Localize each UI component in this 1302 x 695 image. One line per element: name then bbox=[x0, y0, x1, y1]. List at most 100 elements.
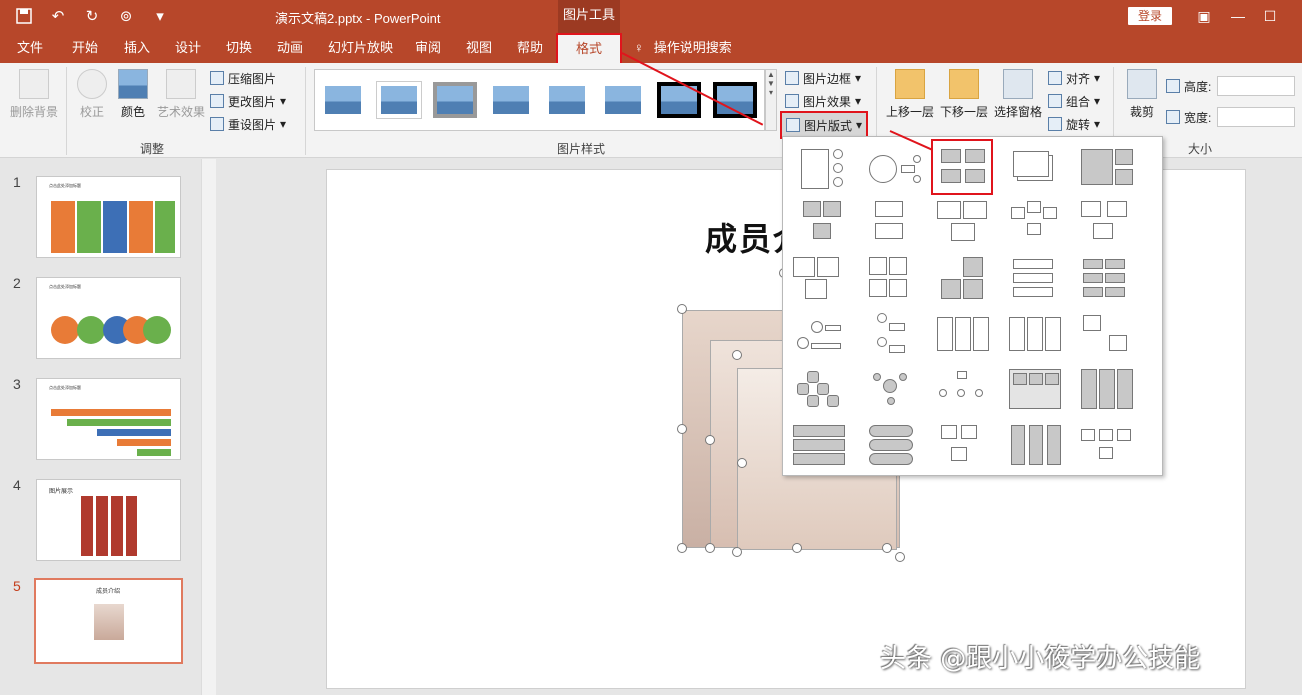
save-icon[interactable] bbox=[14, 6, 34, 26]
layout-option[interactable] bbox=[1007, 145, 1065, 195]
change-picture-button[interactable]: 更改图片 ▾ bbox=[210, 91, 286, 111]
tab-help[interactable]: 帮助 bbox=[517, 33, 543, 63]
compress-pictures-button[interactable]: 压缩图片 bbox=[210, 68, 276, 88]
present-from-start-icon[interactable]: ⊚ bbox=[116, 6, 136, 26]
height-input[interactable] bbox=[1217, 76, 1295, 96]
picture-border-button[interactable]: 图片边框 ▾ bbox=[785, 68, 861, 88]
resize-handle[interactable] bbox=[732, 547, 742, 557]
layout-option[interactable] bbox=[867, 423, 925, 473]
layout-option[interactable] bbox=[793, 311, 851, 361]
slide-thumbnail-1[interactable]: 点击此处添加标题 bbox=[36, 176, 181, 258]
resize-handle[interactable] bbox=[705, 435, 715, 445]
resize-handle[interactable] bbox=[882, 543, 892, 553]
correct-button[interactable]: 校正 bbox=[74, 69, 110, 120]
layout-option[interactable] bbox=[865, 199, 923, 249]
resize-handle[interactable] bbox=[677, 304, 687, 314]
width-input[interactable] bbox=[1217, 107, 1295, 127]
tab-transitions[interactable]: 切换 bbox=[226, 33, 252, 63]
slide-thumbnail-4[interactable]: 图片展示 bbox=[36, 479, 181, 561]
picture-style-option[interactable] bbox=[321, 82, 365, 118]
layout-option[interactable] bbox=[1007, 199, 1065, 249]
layout-option[interactable] bbox=[791, 255, 849, 305]
layout-option[interactable] bbox=[865, 255, 923, 305]
tab-slideshow[interactable]: 幻灯片放映 bbox=[328, 33, 393, 63]
layout-option[interactable] bbox=[1079, 423, 1137, 473]
layout-option[interactable] bbox=[935, 311, 993, 361]
picture-style-option[interactable] bbox=[713, 82, 757, 118]
layout-option[interactable] bbox=[1007, 367, 1065, 417]
layout-option[interactable] bbox=[1079, 255, 1137, 305]
reset-picture-button[interactable]: 重设图片 ▾ bbox=[210, 114, 286, 134]
layout-option[interactable] bbox=[1007, 311, 1065, 361]
login-button[interactable]: 登录 bbox=[1128, 7, 1172, 25]
layout-option[interactable] bbox=[865, 145, 923, 195]
minimize-icon[interactable]: — bbox=[1226, 5, 1250, 27]
resize-handle[interactable] bbox=[792, 543, 802, 553]
tab-view[interactable]: 视图 bbox=[466, 33, 492, 63]
undo-icon[interactable]: ↶ bbox=[48, 6, 68, 26]
thumbnail-scrollbar[interactable] bbox=[201, 159, 216, 695]
crop-button[interactable]: 裁剪 bbox=[1122, 69, 1162, 120]
picture-style-option[interactable] bbox=[377, 82, 421, 118]
slide-thumbnail-2[interactable]: 点击此处添加标题 bbox=[36, 277, 181, 359]
layout-option[interactable] bbox=[937, 255, 995, 305]
layout-option[interactable] bbox=[867, 311, 925, 361]
slide-thumbnail-3[interactable]: 点击此处添加标题 bbox=[36, 378, 181, 460]
send-backward-button[interactable]: 下移一层 bbox=[938, 69, 990, 120]
group-button[interactable]: 组合 ▾ bbox=[1048, 91, 1100, 111]
layout-option[interactable] bbox=[1007, 423, 1065, 473]
layout-option[interactable] bbox=[1079, 311, 1137, 361]
artistic-effects-button[interactable]: 艺术效果 bbox=[155, 69, 207, 120]
layout-option[interactable] bbox=[1077, 199, 1135, 249]
layout-option[interactable] bbox=[797, 145, 855, 195]
layout-option[interactable] bbox=[935, 367, 993, 417]
align-button[interactable]: 对齐 ▾ bbox=[1048, 68, 1100, 88]
tab-file[interactable]: 文件 bbox=[17, 33, 43, 63]
picture-style-option[interactable] bbox=[433, 82, 477, 118]
picture-style-option[interactable] bbox=[489, 82, 533, 118]
slide-thumbnail-5[interactable]: 成员介绍 bbox=[34, 578, 183, 664]
layout-option[interactable] bbox=[1079, 367, 1137, 417]
selection-pane-button[interactable]: 选择窗格 bbox=[992, 69, 1044, 120]
maximize-icon[interactable]: ☐ bbox=[1258, 5, 1282, 27]
customize-qat-icon[interactable]: ▾ bbox=[150, 6, 170, 26]
picture-layout-button[interactable]: 图片版式 ▾ bbox=[779, 111, 869, 139]
tell-me-search[interactable]: ♀ 操作说明搜索 bbox=[634, 33, 732, 63]
layout-option[interactable] bbox=[791, 423, 849, 473]
chevron-down-icon: ▾ bbox=[855, 94, 862, 108]
resize-handle[interactable] bbox=[677, 424, 687, 434]
rotate-button[interactable]: 旋转 ▾ bbox=[1048, 114, 1100, 134]
resize-handle[interactable] bbox=[732, 350, 742, 360]
layout-option[interactable] bbox=[793, 367, 851, 417]
color-button[interactable]: 颜色 bbox=[115, 69, 151, 120]
divider bbox=[305, 67, 306, 155]
thumbnail-shape bbox=[117, 439, 171, 446]
layout-option[interactable] bbox=[937, 423, 995, 473]
tab-home[interactable]: 开始 bbox=[72, 33, 98, 63]
layout-option[interactable] bbox=[935, 199, 993, 249]
picture-effects-button[interactable]: 图片效果 ▾ bbox=[785, 91, 861, 111]
layout-option[interactable] bbox=[1009, 255, 1067, 305]
tab-review[interactable]: 审阅 bbox=[415, 33, 441, 63]
picture-style-option[interactable] bbox=[657, 82, 701, 118]
gallery-scroll[interactable]: ▲ ▼ ▾ bbox=[765, 69, 777, 131]
layout-option-highlighted[interactable] bbox=[931, 139, 993, 195]
resize-handle[interactable] bbox=[705, 543, 715, 553]
bring-forward-button[interactable]: 上移一层 bbox=[884, 69, 936, 120]
layout-option[interactable] bbox=[1077, 145, 1135, 195]
tab-insert[interactable]: 插入 bbox=[124, 33, 150, 63]
resize-handle[interactable] bbox=[677, 543, 687, 553]
tab-format[interactable]: 格式 bbox=[556, 33, 622, 65]
layout-option[interactable] bbox=[797, 199, 855, 249]
redo-icon[interactable]: ↻ bbox=[82, 6, 102, 26]
ribbon-display-options-icon[interactable]: ▣ bbox=[1192, 5, 1216, 27]
resize-handle[interactable] bbox=[737, 458, 747, 468]
tab-animations[interactable]: 动画 bbox=[277, 33, 303, 63]
picture-style-option[interactable] bbox=[601, 82, 645, 118]
layout-option[interactable] bbox=[865, 367, 923, 417]
document-title: 演示文稿2.pptx - PowerPoint bbox=[275, 11, 441, 26]
tab-design[interactable]: 设计 bbox=[175, 33, 201, 63]
remove-background-button[interactable]: 删除背景 bbox=[8, 69, 60, 120]
picture-style-option[interactable] bbox=[545, 82, 589, 118]
resize-handle[interactable] bbox=[895, 552, 905, 562]
